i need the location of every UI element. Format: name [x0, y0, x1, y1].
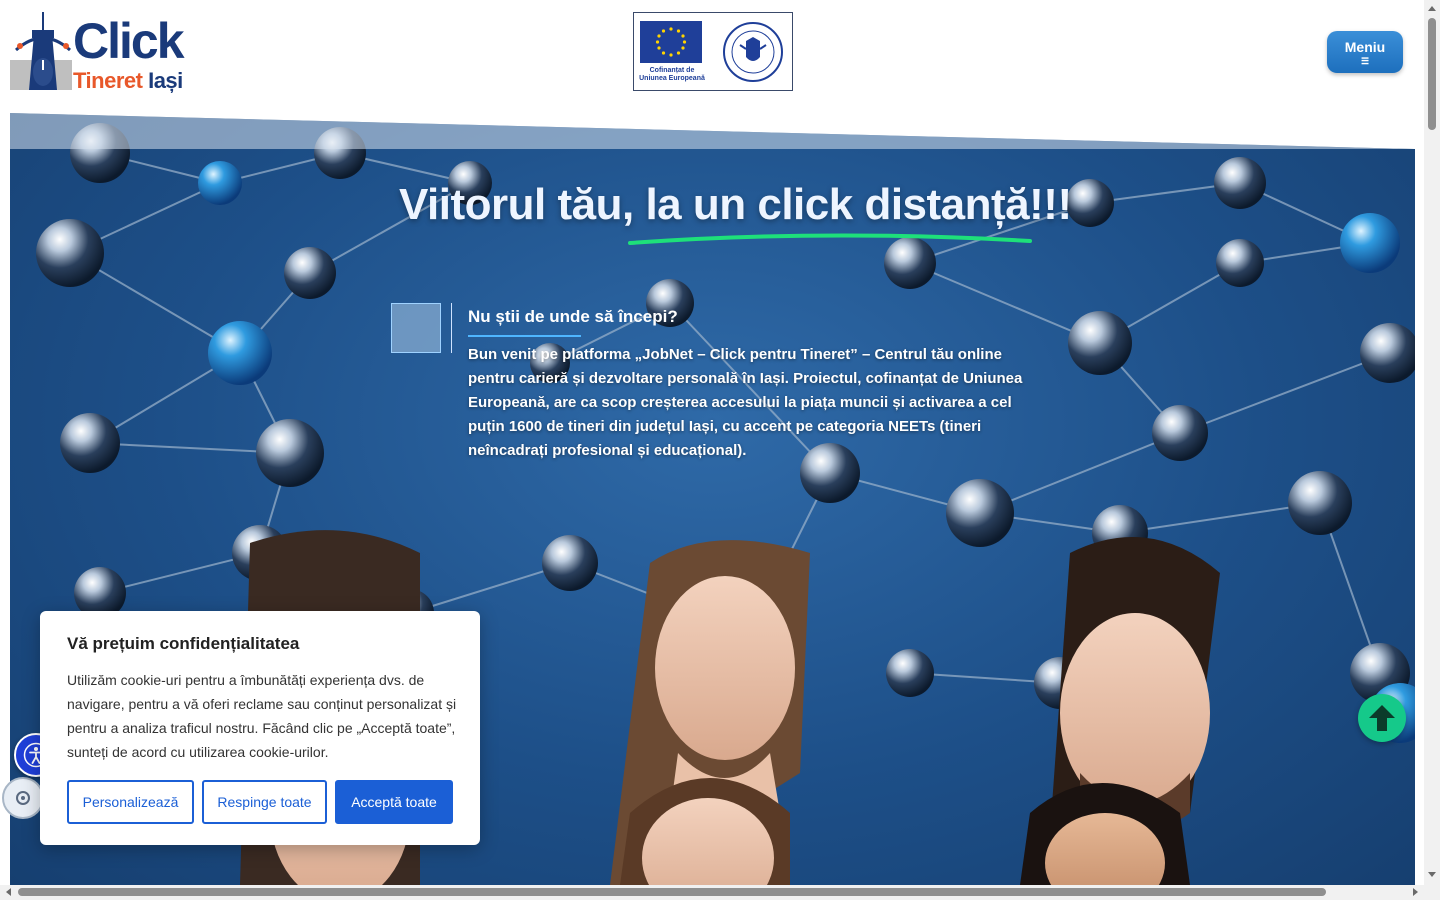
cookie-settings-icon — [16, 791, 30, 805]
hero-title-part2: la un click distanță!!! — [645, 180, 1072, 229]
arrow-up-icon — [1369, 705, 1395, 731]
intro-paragraph: Bun venit pe platforma „JobNet – Click p… — [468, 346, 1023, 459]
scroll-to-top-button[interactable] — [1358, 694, 1406, 742]
reject-all-cookies-button[interactable]: Respinge toate — [202, 780, 327, 824]
hero-title: Viitorul tău, la un click distanță!!! — [399, 180, 1072, 229]
intro-heading-underline — [468, 335, 581, 337]
hero-title-part1: Viitorul tău, — [399, 180, 634, 229]
cookie-settings-tab[interactable] — [2, 777, 44, 819]
horizontal-scrollbar-thumb[interactable] — [18, 888, 1326, 896]
government-seal-icon — [723, 22, 783, 82]
sponsor-logos: Cofinanțat de Uniunea Europeană — [633, 12, 793, 91]
vertical-scrollbar-thumb[interactable] — [1428, 18, 1436, 130]
customize-cookies-button[interactable]: Personalizează — [67, 780, 194, 824]
intro-heading: Nu știi de unde să începi? — [468, 307, 678, 326]
cookie-consent-banner: Vă prețuim confidențialitatea Utilizăm c… — [40, 611, 480, 845]
scroll-up-arrow-icon[interactable] — [1428, 6, 1436, 11]
hero-title-underline — [628, 233, 1032, 245]
intro-divider — [451, 303, 452, 353]
cookie-description: Utilizăm cookie-uri pentru a îmbunătăți … — [67, 672, 457, 760]
scroll-right-arrow-icon[interactable] — [1413, 888, 1418, 896]
eu-caption: Cofinanțat de Uniunea Europeană — [639, 67, 705, 83]
cookie-title: Vă prețuim confidențialitatea — [67, 634, 300, 653]
logo-subtitle: Tineret Iași — [73, 70, 183, 92]
logo-title: Click — [73, 13, 185, 69]
intro-icon-box — [391, 303, 441, 353]
logo-subtitle-iasi: Iași — [148, 68, 183, 93]
scroll-down-arrow-icon[interactable] — [1428, 872, 1436, 877]
vertical-scrollbar[interactable] — [1424, 0, 1440, 900]
menu-button[interactable]: Meniu ☰ — [1327, 31, 1403, 73]
eu-flag-icon — [640, 21, 702, 63]
list-icon: ☰ — [1360, 56, 1370, 66]
tower-logo-icon — [10, 12, 72, 90]
accept-all-cookies-button[interactable]: Acceptă toate — [335, 780, 453, 824]
site-header: Click Tineret Iași Cofinanțat de Uniunea… — [0, 0, 1424, 113]
menu-label: Meniu — [1344, 39, 1386, 55]
horizontal-scrollbar[interactable] — [0, 885, 1424, 900]
logo-subtitle-tineret: Tineret — [73, 68, 143, 93]
scroll-left-arrow-icon[interactable] — [6, 888, 11, 896]
site-logo[interactable]: Click Tineret Iași — [10, 12, 195, 96]
